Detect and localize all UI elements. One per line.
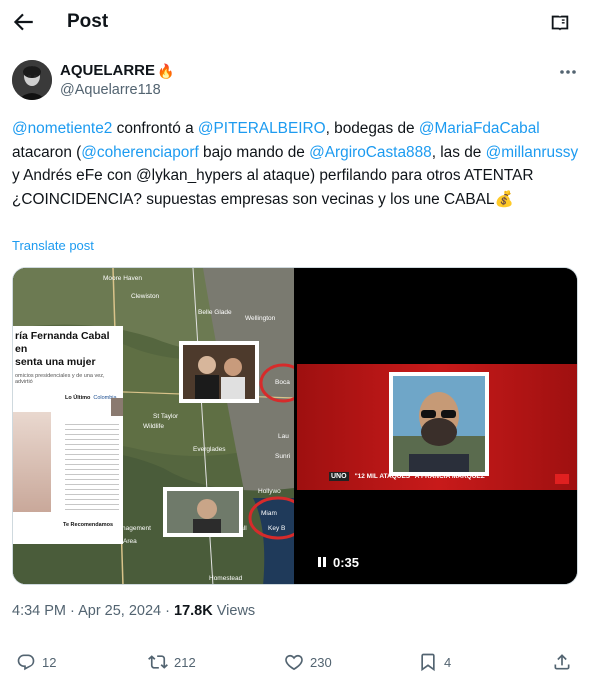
like-button[interactable]: 230 xyxy=(284,652,332,672)
corner-logo xyxy=(555,474,569,484)
map-place-label: St Taylor xyxy=(153,413,179,420)
channel-logo: UNO xyxy=(329,471,349,481)
reply-count: 12 xyxy=(42,654,57,670)
map-place-label: Sunri xyxy=(275,453,290,460)
bookmark-count: 4 xyxy=(444,654,452,670)
reply-button[interactable]: 12 xyxy=(16,652,56,672)
post-meta: 4:34 PM · Apr 25, 2024 · 17.8K Views xyxy=(12,603,255,619)
author-handle[interactable]: @Aquelarre118 xyxy=(60,82,161,98)
tweet-text-segment: , las de xyxy=(431,143,486,161)
fire-emoji: 🔥 xyxy=(157,62,175,79)
video-duration-badge: 0:35 xyxy=(309,551,368,573)
map-place-label: Homestead xyxy=(209,575,243,582)
tweet-text-segment: atacaron ( xyxy=(12,143,82,161)
post-timestamp[interactable]: 4:34 PM · Apr 25, 2024 · xyxy=(12,603,174,619)
article-text-lines xyxy=(65,420,119,512)
lower-third-bar: UNO "12 MIL ATAQUES" A FRANCIA MÁRQUEZ xyxy=(329,469,561,483)
video-person-image xyxy=(389,372,489,476)
heart-icon xyxy=(285,654,303,671)
share-button[interactable] xyxy=(552,652,572,672)
lower-third-text: "12 MIL ATAQUES" A FRANCIA MÁRQUEZ xyxy=(354,472,485,480)
tweet-text-segment: y Andrés eFe con @lykan_hypers al ataque… xyxy=(12,167,534,208)
photo-man xyxy=(163,487,243,537)
page-title: Post xyxy=(67,11,109,32)
video-duration: 0:35 xyxy=(333,554,360,570)
tweet-text-segment: 💰 xyxy=(494,190,514,208)
tweet-text-segment: confrontó a xyxy=(112,120,198,137)
mention-link[interactable]: @millanrussy xyxy=(486,144,579,161)
pause-icon[interactable] xyxy=(317,556,327,568)
media-grid: Moore Haven Clewiston Belle Glade Wellingto… xyxy=(12,267,578,585)
translate-post-link[interactable]: Translate post xyxy=(12,238,94,253)
map-place-label: Clewiston xyxy=(131,293,160,300)
map-place-label: Hollywo xyxy=(258,488,281,495)
mention-link[interactable]: @nometiente2 xyxy=(12,120,112,137)
map-place-label: Lau xyxy=(278,433,289,440)
article-footer: Te Recomendamos xyxy=(63,522,114,528)
like-count: 230 xyxy=(310,654,332,670)
article-section: Lo Último xyxy=(65,395,91,401)
map-place-label: Miam xyxy=(261,510,277,517)
article-subheadline: omicios presidenciales y de una vez, adv… xyxy=(15,373,105,385)
action-bar: 12 212 230 4 xyxy=(0,648,590,678)
bookmark-icon xyxy=(421,653,435,672)
map-screenshot-image[interactable]: Moore Haven Clewiston Belle Glade Wellingto… xyxy=(13,268,294,584)
photo-two-men xyxy=(179,341,259,403)
tweet-text-segment: , bodegas de xyxy=(325,120,419,137)
video-player[interactable]: UNO "12 MIL ATAQUES" A FRANCIA MÁRQUEZ 0… xyxy=(297,268,577,584)
map-place-label: Moore Haven xyxy=(103,275,142,282)
reply-icon xyxy=(17,654,35,671)
avatar[interactable] xyxy=(12,60,52,100)
bookmark-button[interactable]: 4 xyxy=(418,652,451,672)
map-place-label: Belle Glade xyxy=(198,309,232,316)
article-thumb xyxy=(111,398,123,416)
article-headline: ría Fernanda Cabal en senta una mujer xyxy=(15,330,110,368)
mention-link[interactable]: @PITERALBEIRO xyxy=(198,120,326,137)
map-place-label: Area xyxy=(123,538,137,545)
views-label: Views xyxy=(212,603,256,619)
repost-button[interactable]: 212 xyxy=(148,652,196,672)
repost-count: 212 xyxy=(174,654,196,670)
mention-link[interactable]: @MariaFdaCabal xyxy=(419,120,540,137)
map-place-label: Wellington xyxy=(245,315,276,322)
mention-link[interactable]: @ArgiroCasta888 xyxy=(309,144,432,161)
repost-icon xyxy=(148,655,168,669)
article-overlay: ría Fernanda Cabal en senta una mujer om… xyxy=(13,326,123,544)
map-place-label: Wildlife xyxy=(143,423,164,430)
author-name[interactable]: AQUELARRE 🔥 xyxy=(60,62,174,79)
map-place-label: Key B xyxy=(268,525,285,532)
more-options-icon[interactable] xyxy=(555,62,581,82)
article-photo xyxy=(13,412,51,512)
share-icon xyxy=(554,654,570,670)
author-name-text[interactable]: AQUELARRE xyxy=(60,62,155,79)
avatar-image xyxy=(12,60,52,100)
top-bar: Post xyxy=(0,0,590,46)
views-count: 17.8K xyxy=(174,603,213,619)
tweet-text-segment: bajo mando de xyxy=(198,143,310,161)
map-place-label: Everglades xyxy=(193,446,226,453)
mention-link[interactable]: @coherenciaporf xyxy=(81,144,198,161)
tweet-text: @nometiente2 confrontó a @PITERALBEIRO, … xyxy=(12,117,582,211)
back-arrow-icon[interactable] xyxy=(10,9,36,35)
map-place-label: Boca xyxy=(275,379,290,386)
reader-mode-icon[interactable] xyxy=(549,12,571,34)
